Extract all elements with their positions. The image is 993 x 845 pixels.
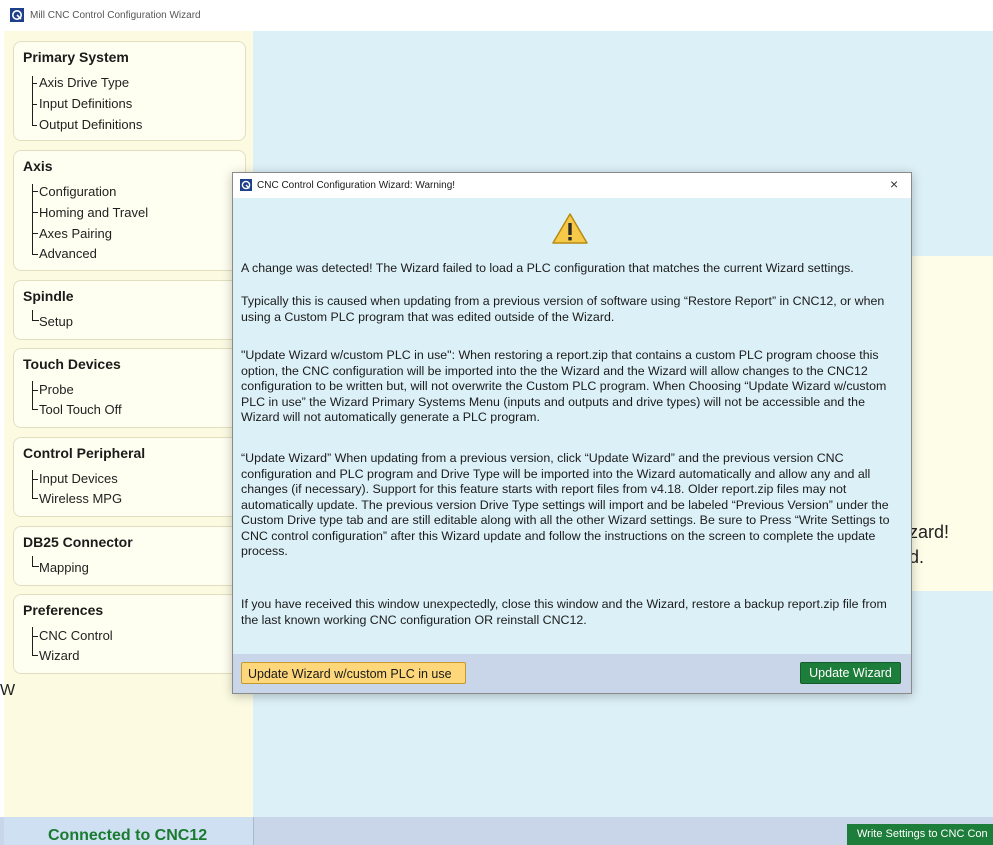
tree-connector: [32, 470, 33, 499]
sidebar-item-cnc-control[interactable]: CNC Control: [39, 628, 113, 643]
update-wizard-custom-plc-button[interactable]: Update Wizard w/custom PLC in use: [241, 662, 466, 684]
group-preferences: Preferences CNC Control Wizard: [13, 594, 246, 674]
group-spindle: Spindle Setup: [13, 280, 246, 340]
tree-connector: [32, 233, 38, 234]
group-title[interactable]: Control Peripheral: [23, 445, 145, 461]
group-primary-system: Primary System Axis Drive Type Input Def…: [13, 41, 246, 141]
tree-connector: [32, 184, 33, 255]
tree-connector: [32, 320, 39, 321]
sidebar-item-probe[interactable]: Probe: [39, 382, 74, 397]
warning-message-custom-plc: "Update Wizard w/custom PLC in use": Whe…: [241, 348, 887, 424]
window-titlebar: Mill CNC Control Configuration Wizard: [0, 0, 993, 30]
warning-dialog: CNC Control Configuration Wizard: Warnin…: [232, 172, 912, 694]
close-icon[interactable]: ×: [890, 176, 898, 192]
sidebar-item-wizard[interactable]: Wizard: [39, 648, 79, 663]
sidebar: Primary System Axis Drive Type Input Def…: [4, 31, 253, 817]
sidebar-item-setup[interactable]: Setup: [39, 314, 73, 329]
sidebar-item-output-definitions[interactable]: Output Definitions: [39, 117, 142, 132]
dialog-body: A change was detected! The Wizard failed…: [233, 198, 911, 654]
tree-connector: [32, 627, 33, 656]
sidebar-item-input-definitions[interactable]: Input Definitions: [39, 96, 132, 111]
tree-connector: [32, 212, 38, 213]
warning-message-summary: A change was detected! The Wizard failed…: [241, 261, 854, 275]
sidebar-item-mapping[interactable]: Mapping: [39, 560, 89, 575]
tree-connector: [32, 636, 38, 637]
tree-connector: [32, 566, 39, 567]
tree-connector: [32, 409, 38, 410]
app-logo-icon: [10, 8, 24, 22]
tree-connector: [32, 498, 38, 499]
tree-connector: [32, 83, 37, 84]
app-logo-icon: [240, 179, 252, 191]
group-title[interactable]: Preferences: [23, 602, 103, 618]
warning-message-cause: Typically this is caused when updating f…: [241, 294, 885, 324]
sidebar-item-input-devices[interactable]: Input Devices: [39, 471, 118, 486]
tree-connector: [32, 104, 37, 105]
sidebar-item-wireless-mpg[interactable]: Wireless MPG: [39, 491, 122, 506]
tree-connector: [32, 655, 38, 656]
sidebar-item-axis-drive-type[interactable]: Axis Drive Type: [39, 75, 129, 90]
tree-connector: [32, 125, 37, 126]
tree-connector: [32, 381, 33, 410]
group-touch-devices: Touch Devices Probe Tool Touch Off: [13, 348, 246, 428]
dialog-title: CNC Control Configuration Wizard: Warnin…: [257, 180, 456, 191]
window-title: Mill CNC Control Configuration Wizard: [30, 9, 201, 21]
warning-message-update-wizard: “Update Wizard” When updating from a pre…: [241, 451, 890, 558]
welcome-text-line-1: zard!: [909, 522, 950, 542]
background-text-fragment: W: [0, 682, 16, 699]
sidebar-item-axes-pairing[interactable]: Axes Pairing: [39, 226, 112, 241]
tree-connector: [32, 254, 38, 255]
sidebar-item-advanced[interactable]: Advanced: [39, 246, 97, 261]
warning-icon: [552, 213, 588, 244]
group-control-peripheral: Control Peripheral Input Devices Wireles…: [13, 437, 246, 517]
group-axis: Axis Configuration Homing and Travel Axe…: [13, 150, 246, 271]
tree-connector: [32, 479, 38, 480]
sidebar-item-configuration[interactable]: Configuration: [39, 184, 116, 199]
dialog-titlebar: CNC Control Configuration Wizard: Warnin…: [233, 173, 911, 198]
sidebar-item-homing-and-travel[interactable]: Homing and Travel: [39, 205, 148, 220]
write-settings-button[interactable]: Write Settings to CNC Con: [847, 824, 993, 845]
group-title[interactable]: Spindle: [23, 288, 74, 304]
dialog-footer: Update Wizard w/custom PLC in use Update…: [233, 654, 911, 693]
group-title[interactable]: Axis: [23, 158, 53, 174]
tree-connector: [32, 390, 38, 391]
connection-status: Connected to CNC12: [48, 827, 208, 844]
group-title[interactable]: Primary System: [23, 49, 129, 65]
group-db25-connector: DB25 Connector Mapping: [13, 526, 246, 586]
group-title[interactable]: Touch Devices: [23, 356, 121, 372]
group-title[interactable]: DB25 Connector: [23, 534, 133, 550]
warning-message-unexpected: If you have received this window unexpec…: [241, 597, 887, 627]
sidebar-item-tool-touch-off[interactable]: Tool Touch Off: [39, 402, 122, 417]
update-wizard-button[interactable]: Update Wizard: [800, 662, 901, 684]
tree-connector: [32, 191, 38, 192]
